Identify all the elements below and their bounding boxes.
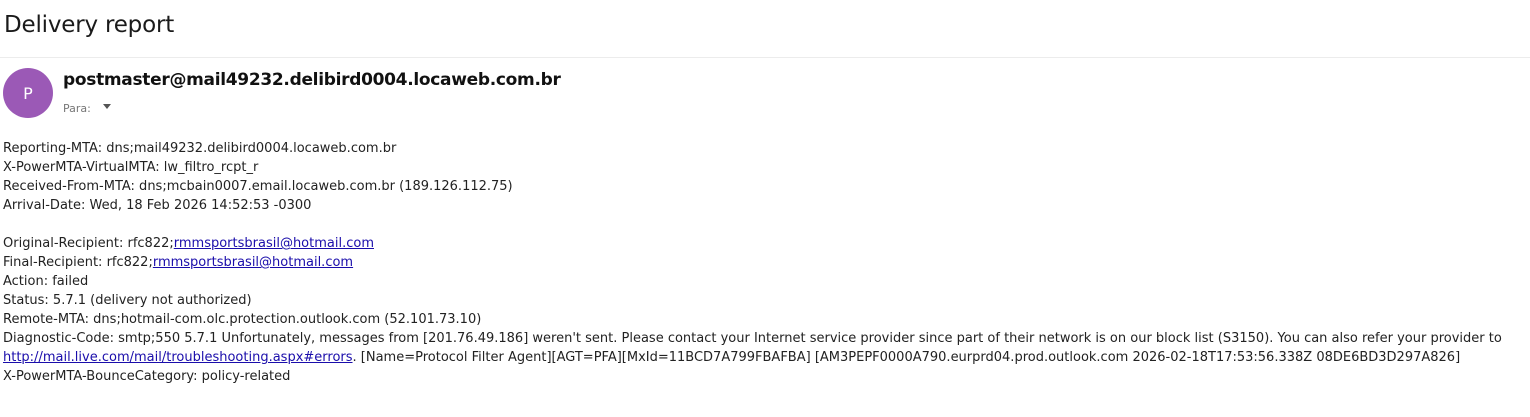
email-view: Delivery report P postmaster@mail49232.d…: [0, 0, 1530, 417]
email-body: Reporting-MTA: dns;mail49232.delibird000…: [3, 139, 1523, 386]
bounce-category-line: X-PowerMTA-BounceCategory: policy-relate…: [3, 369, 291, 384]
diagnostic-code-line: Diagnostic-Code: smtp;550 5.7.1 Unfortun…: [3, 331, 1502, 346]
diagnostic-code-details: . [Name=Protocol Filter Agent][AGT=PFA][…: [352, 350, 1461, 365]
final-recipient-label: Final-Recipient: rfc822;: [3, 255, 153, 270]
original-recipient-label: Original-Recipient: rfc822;: [3, 236, 174, 251]
avatar-initial: P: [23, 83, 33, 103]
final-recipient-line: Final-Recipient: rfc822;rmmsportsbrasil@…: [3, 253, 1523, 272]
header-divider: [0, 57, 1530, 58]
troubleshooting-link[interactable]: http://mail.live.com/mail/troubleshootin…: [3, 350, 353, 365]
remote-mta-line: Remote-MTA: dns;hotmail-com.olc.protecti…: [3, 312, 482, 327]
arrival-date-line: Arrival-Date: Wed, 18 Feb 2026 14:52:53 …: [3, 198, 312, 213]
original-recipient-line: Original-Recipient: rfc822;rmmsportsbras…: [3, 234, 1523, 253]
received-from-line: Received-From-MTA: dns;mcbain0007.email.…: [3, 179, 513, 194]
sender-address[interactable]: postmaster@mail49232.delibird0004.locawe…: [63, 70, 561, 90]
virtual-mta-line: X-PowerMTA-VirtualMTA: lw_filtro_rcpt_r: [3, 160, 259, 175]
reporting-mta-line: Reporting-MTA: dns;mail49232.delibird000…: [3, 141, 397, 156]
status-line: Status: 5.7.1 (delivery not authorized): [3, 293, 252, 308]
sender-avatar[interactable]: P: [3, 68, 53, 118]
original-recipient-link[interactable]: rmmsportsbrasil@hotmail.com: [174, 236, 374, 251]
final-recipient-link[interactable]: rmmsportsbrasil@hotmail.com: [153, 255, 353, 270]
email-subject: Delivery report: [4, 12, 175, 38]
chevron-down-icon[interactable]: [102, 104, 111, 113]
recipients-row: Para:: [63, 102, 111, 115]
diagnostic-code-continuation: http://mail.live.com/mail/troubleshootin…: [3, 348, 1523, 367]
to-label: Para:: [63, 102, 91, 115]
action-line: Action: failed: [3, 274, 89, 289]
